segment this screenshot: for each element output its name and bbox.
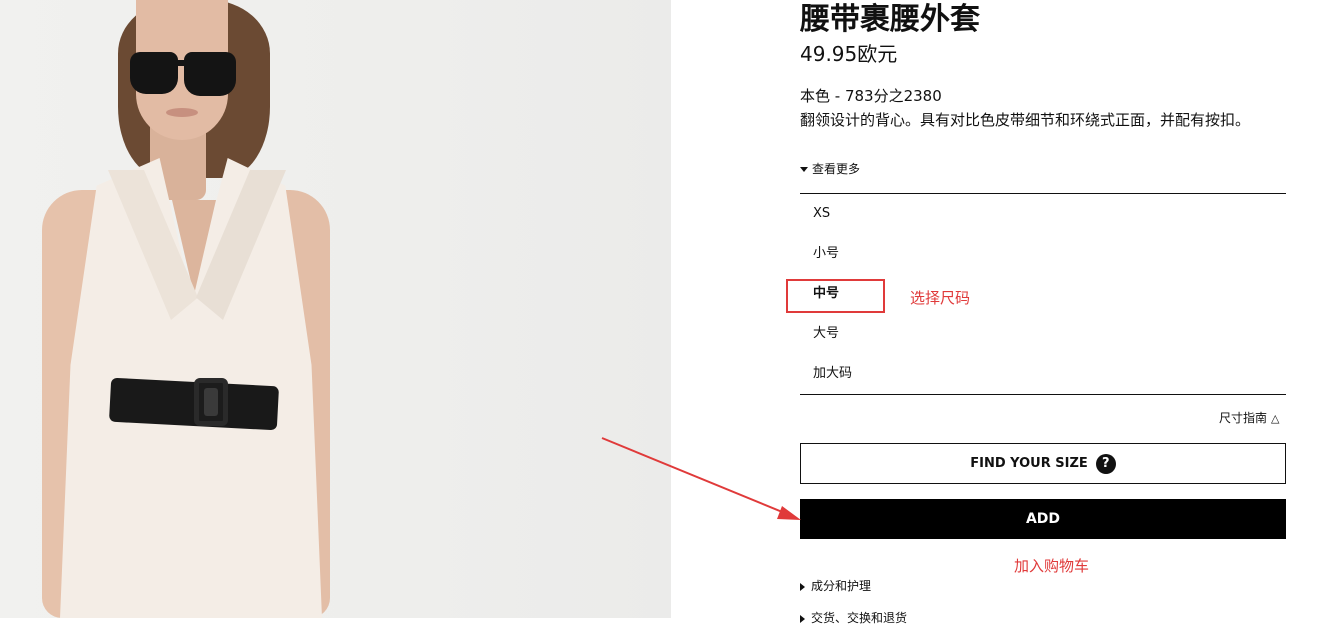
- delivery-returns-label: 交货、交换和退货: [811, 611, 908, 625]
- sunglasses-bridge: [172, 60, 188, 66]
- composition-care-toggle[interactable]: 成分和护理: [800, 577, 871, 595]
- annotation-add-to-cart: 加入购物车: [1014, 557, 1090, 575]
- composition-care-label: 成分和护理: [811, 579, 872, 593]
- see-more-label: 查看更多: [812, 162, 861, 176]
- size-option-xs[interactable]: XS: [800, 194, 1286, 234]
- size-guide-label: 尺寸指南: [1219, 411, 1268, 425]
- selected-size-highlight: [786, 279, 885, 313]
- product-image: [0, 0, 671, 618]
- model-lips: [166, 108, 198, 117]
- caret-right-icon: [800, 614, 805, 623]
- hanger-icon: △: [1271, 411, 1280, 425]
- sunglasses-right-lens: [184, 52, 236, 96]
- add-to-cart-button[interactable]: ADD: [800, 499, 1286, 539]
- find-your-size-label: FIND YOUR SIZE: [970, 456, 1088, 471]
- add-button-label: ADD: [1025, 511, 1061, 527]
- delivery-returns-toggle[interactable]: 交货、交换和退货: [800, 609, 907, 627]
- size-guide-link[interactable]: 尺寸指南 △: [1219, 409, 1279, 428]
- annotation-select-size: 选择尺码: [910, 289, 971, 307]
- see-more-toggle[interactable]: 查看更多: [800, 160, 860, 178]
- product-description: 翻领设计的背心。具有对比色皮带细节和环绕式正面，并配有按扣。: [800, 111, 1251, 129]
- size-option-xl[interactable]: 加大码: [800, 354, 1286, 394]
- product-title: 腰带裹腰外套: [800, 2, 980, 37]
- question-icon: ?: [1095, 453, 1116, 474]
- size-option-l[interactable]: 大号: [800, 314, 1286, 354]
- product-color-ref: 本色 - 783分之2380: [800, 87, 942, 105]
- annotation-arrow: [601, 437, 801, 520]
- caret-down-icon: [800, 167, 808, 172]
- sunglasses-left-lens: [130, 52, 178, 94]
- product-price: 49.95欧元: [800, 42, 898, 66]
- caret-right-icon: [800, 582, 805, 591]
- size-option-s[interactable]: 小号: [800, 234, 1286, 274]
- find-your-size-button[interactable]: FIND YOUR SIZE ?: [800, 443, 1286, 484]
- size-list-bottom-divider: [800, 394, 1286, 395]
- belt-buckle-center: [204, 388, 218, 416]
